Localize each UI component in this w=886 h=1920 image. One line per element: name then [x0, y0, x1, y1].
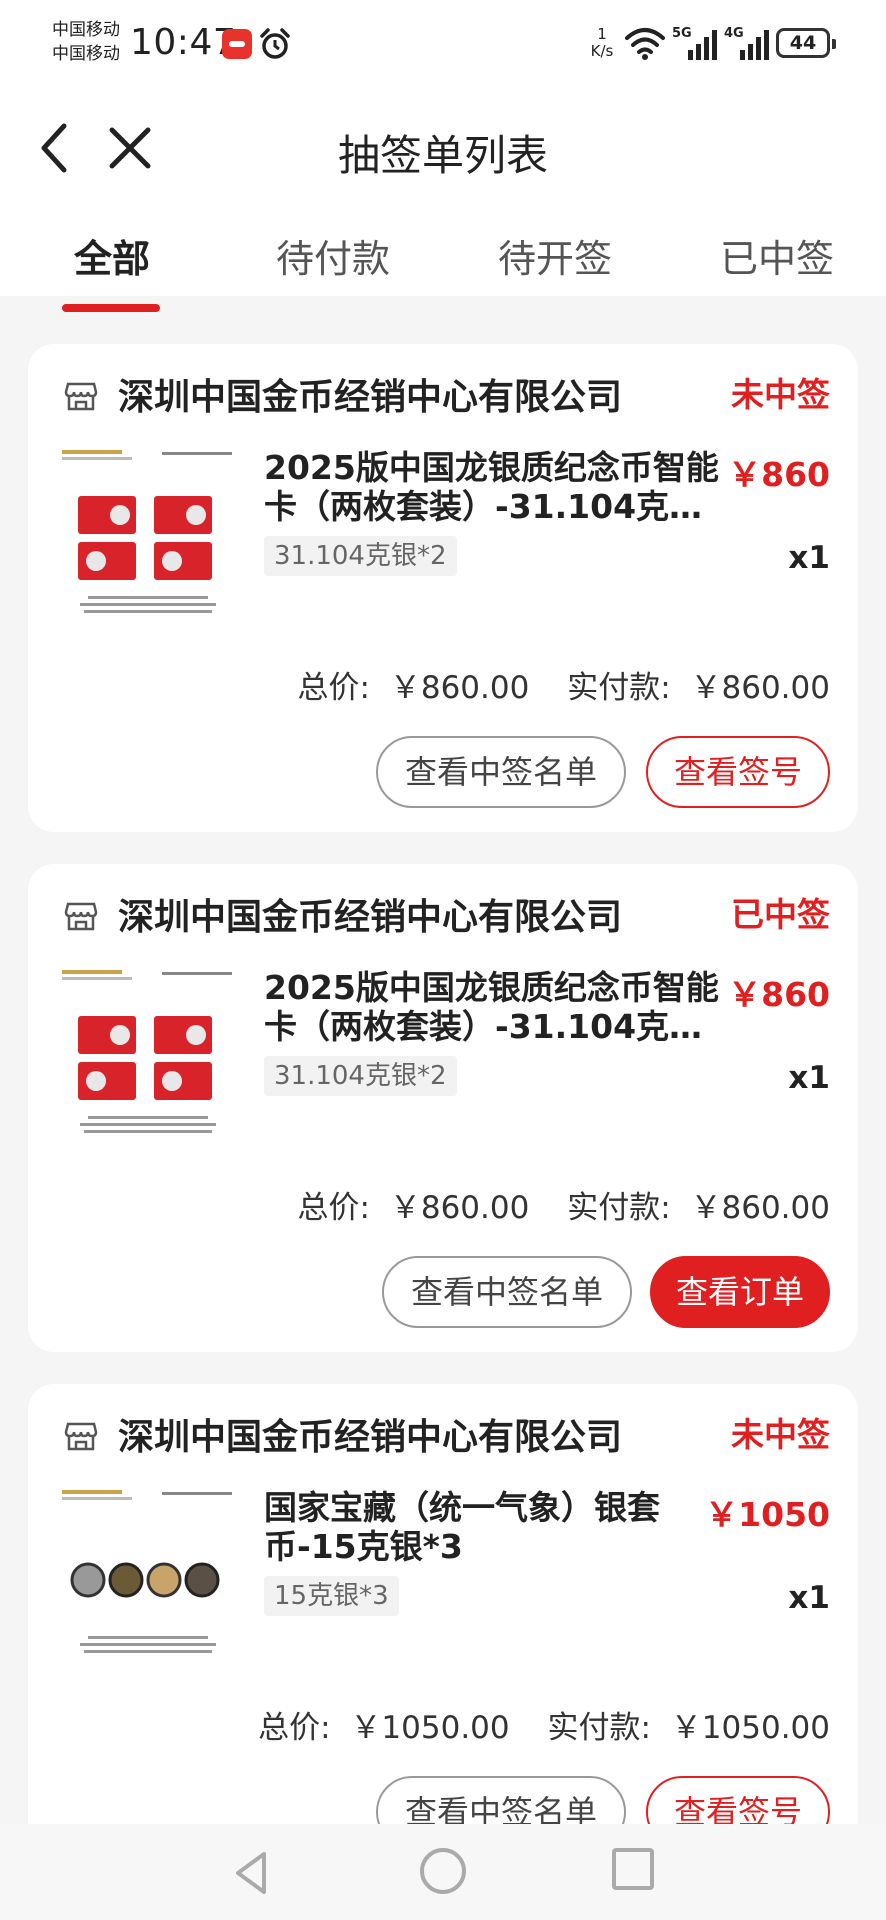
- view-draw-number-button[interactable]: 查看签号: [646, 736, 830, 808]
- product-title[interactable]: 2025版中国龙银质纪念币智能卡（两枚套装）-31.104克…: [264, 968, 724, 1046]
- paid-label: 实付款:: [567, 1190, 671, 1226]
- total-label: 总价:: [258, 1710, 331, 1746]
- tab-bar: 全部 待付款 待开签 已中签: [0, 228, 886, 296]
- product-price: ￥1050: [705, 1495, 830, 1534]
- paid-value: ￥1050.00: [670, 1710, 830, 1746]
- product-price: ￥860: [728, 455, 830, 494]
- total-value: ￥1050.00: [350, 1710, 510, 1746]
- product-image[interactable]: [58, 448, 238, 624]
- tab-won[interactable]: 已中签: [720, 228, 834, 283]
- battery-icon: 44: [776, 28, 836, 58]
- quantity: x1: [788, 1580, 830, 1616]
- app-notification-icon: [222, 29, 252, 59]
- status-bar: 中国移动 中国移动 10:47 1 K/s 5G 4G 44: [0, 0, 886, 88]
- product-image[interactable]: [58, 968, 238, 1144]
- paid-value: ￥860.00: [690, 1190, 830, 1226]
- total-label: 总价:: [297, 1190, 370, 1226]
- quantity: x1: [788, 1060, 830, 1096]
- net-speed-unit: K/s: [590, 42, 614, 60]
- nav-recent-apps-icon[interactable]: [612, 1848, 654, 1890]
- store-name[interactable]: 深圳中国金币经销中心有限公司: [118, 888, 622, 940]
- carrier-info: 中国移动 中国移动: [52, 18, 120, 66]
- product-price: ￥860: [728, 975, 830, 1014]
- wifi-icon: [625, 28, 665, 60]
- draw-status: 未中签: [731, 375, 830, 414]
- signal-5g: 5G: [672, 26, 724, 62]
- order-totals: 总价: ￥1050.00 实付款: ￥1050.00: [258, 1702, 830, 1747]
- signal-4g: 4G: [724, 26, 776, 62]
- draw-status: 已中签: [731, 895, 830, 934]
- nav-home-icon[interactable]: [420, 1848, 466, 1894]
- draw-status: 未中签: [731, 1415, 830, 1454]
- quantity: x1: [788, 540, 830, 576]
- order-totals: 总价: ￥860.00 实付款: ￥860.00: [298, 662, 830, 707]
- paid-label: 实付款:: [567, 670, 671, 706]
- active-tab-indicator: [62, 304, 160, 312]
- paid-label: 实付款:: [547, 1710, 651, 1746]
- store-icon: [64, 902, 98, 931]
- total-label: 总价:: [297, 670, 370, 706]
- network-speed: 1 K/s: [586, 26, 618, 60]
- net-speed-value: 1: [597, 25, 607, 43]
- nav-back-icon[interactable]: [228, 1848, 278, 1898]
- tab-all[interactable]: 全部: [74, 228, 150, 283]
- product-title[interactable]: 2025版中国龙银质纪念币智能卡（两枚套装）-31.104克…: [264, 448, 724, 526]
- status-time: 10:47: [130, 22, 237, 63]
- spec-tag: 15克银*3: [264, 1576, 399, 1616]
- alarm-icon: [260, 28, 290, 59]
- order-card: 深圳中国金币经销中心有限公司 已中签 2025版中国龙银质纪念币智能卡（两枚套装…: [28, 864, 858, 1352]
- product-title[interactable]: 国家宝藏（统一气象）银套币-15克银*3: [264, 1488, 724, 1566]
- order-card: 深圳中国金币经销中心有限公司 未中签 国家宝藏（统一气象）银套币-15克银*3 …: [28, 1384, 858, 1872]
- view-winner-list-button[interactable]: 查看中签名单: [382, 1256, 632, 1328]
- total-value: ￥860.00: [389, 1190, 530, 1226]
- store-icon: [64, 1422, 98, 1451]
- tab-pending-draw[interactable]: 待开签: [498, 228, 612, 283]
- store-icon: [64, 382, 98, 411]
- paid-value: ￥860.00: [690, 670, 830, 706]
- system-nav-bar: [0, 1824, 886, 1920]
- page-title: 抽签单列表: [337, 131, 548, 180]
- spec-tag: 31.104克银*2: [264, 536, 457, 576]
- carrier-1: 中国移动: [52, 20, 120, 40]
- total-value: ￥860.00: [389, 670, 530, 706]
- order-card: 深圳中国金币经销中心有限公司 未中签 2025版中国龙银质纪念币智能卡（两枚套装…: [28, 344, 858, 832]
- order-totals: 总价: ￥860.00 实付款: ￥860.00: [298, 1182, 830, 1227]
- view-winner-list-button[interactable]: 查看中签名单: [376, 736, 626, 808]
- spec-tag: 31.104克银*2: [264, 1056, 457, 1096]
- signal-bars-icon: [740, 30, 769, 60]
- signal-bars-icon: [688, 30, 717, 60]
- store-name[interactable]: 深圳中国金币经销中心有限公司: [118, 368, 622, 420]
- carrier-2: 中国移动: [52, 44, 120, 64]
- view-order-button[interactable]: 查看订单: [650, 1256, 830, 1328]
- product-image[interactable]: [58, 1488, 238, 1664]
- page-header: 抽签单列表 全部 待付款 待开签 已中签: [0, 88, 886, 296]
- store-name[interactable]: 深圳中国金币经销中心有限公司: [118, 1408, 622, 1460]
- tab-pending-payment[interactable]: 待付款: [276, 228, 390, 283]
